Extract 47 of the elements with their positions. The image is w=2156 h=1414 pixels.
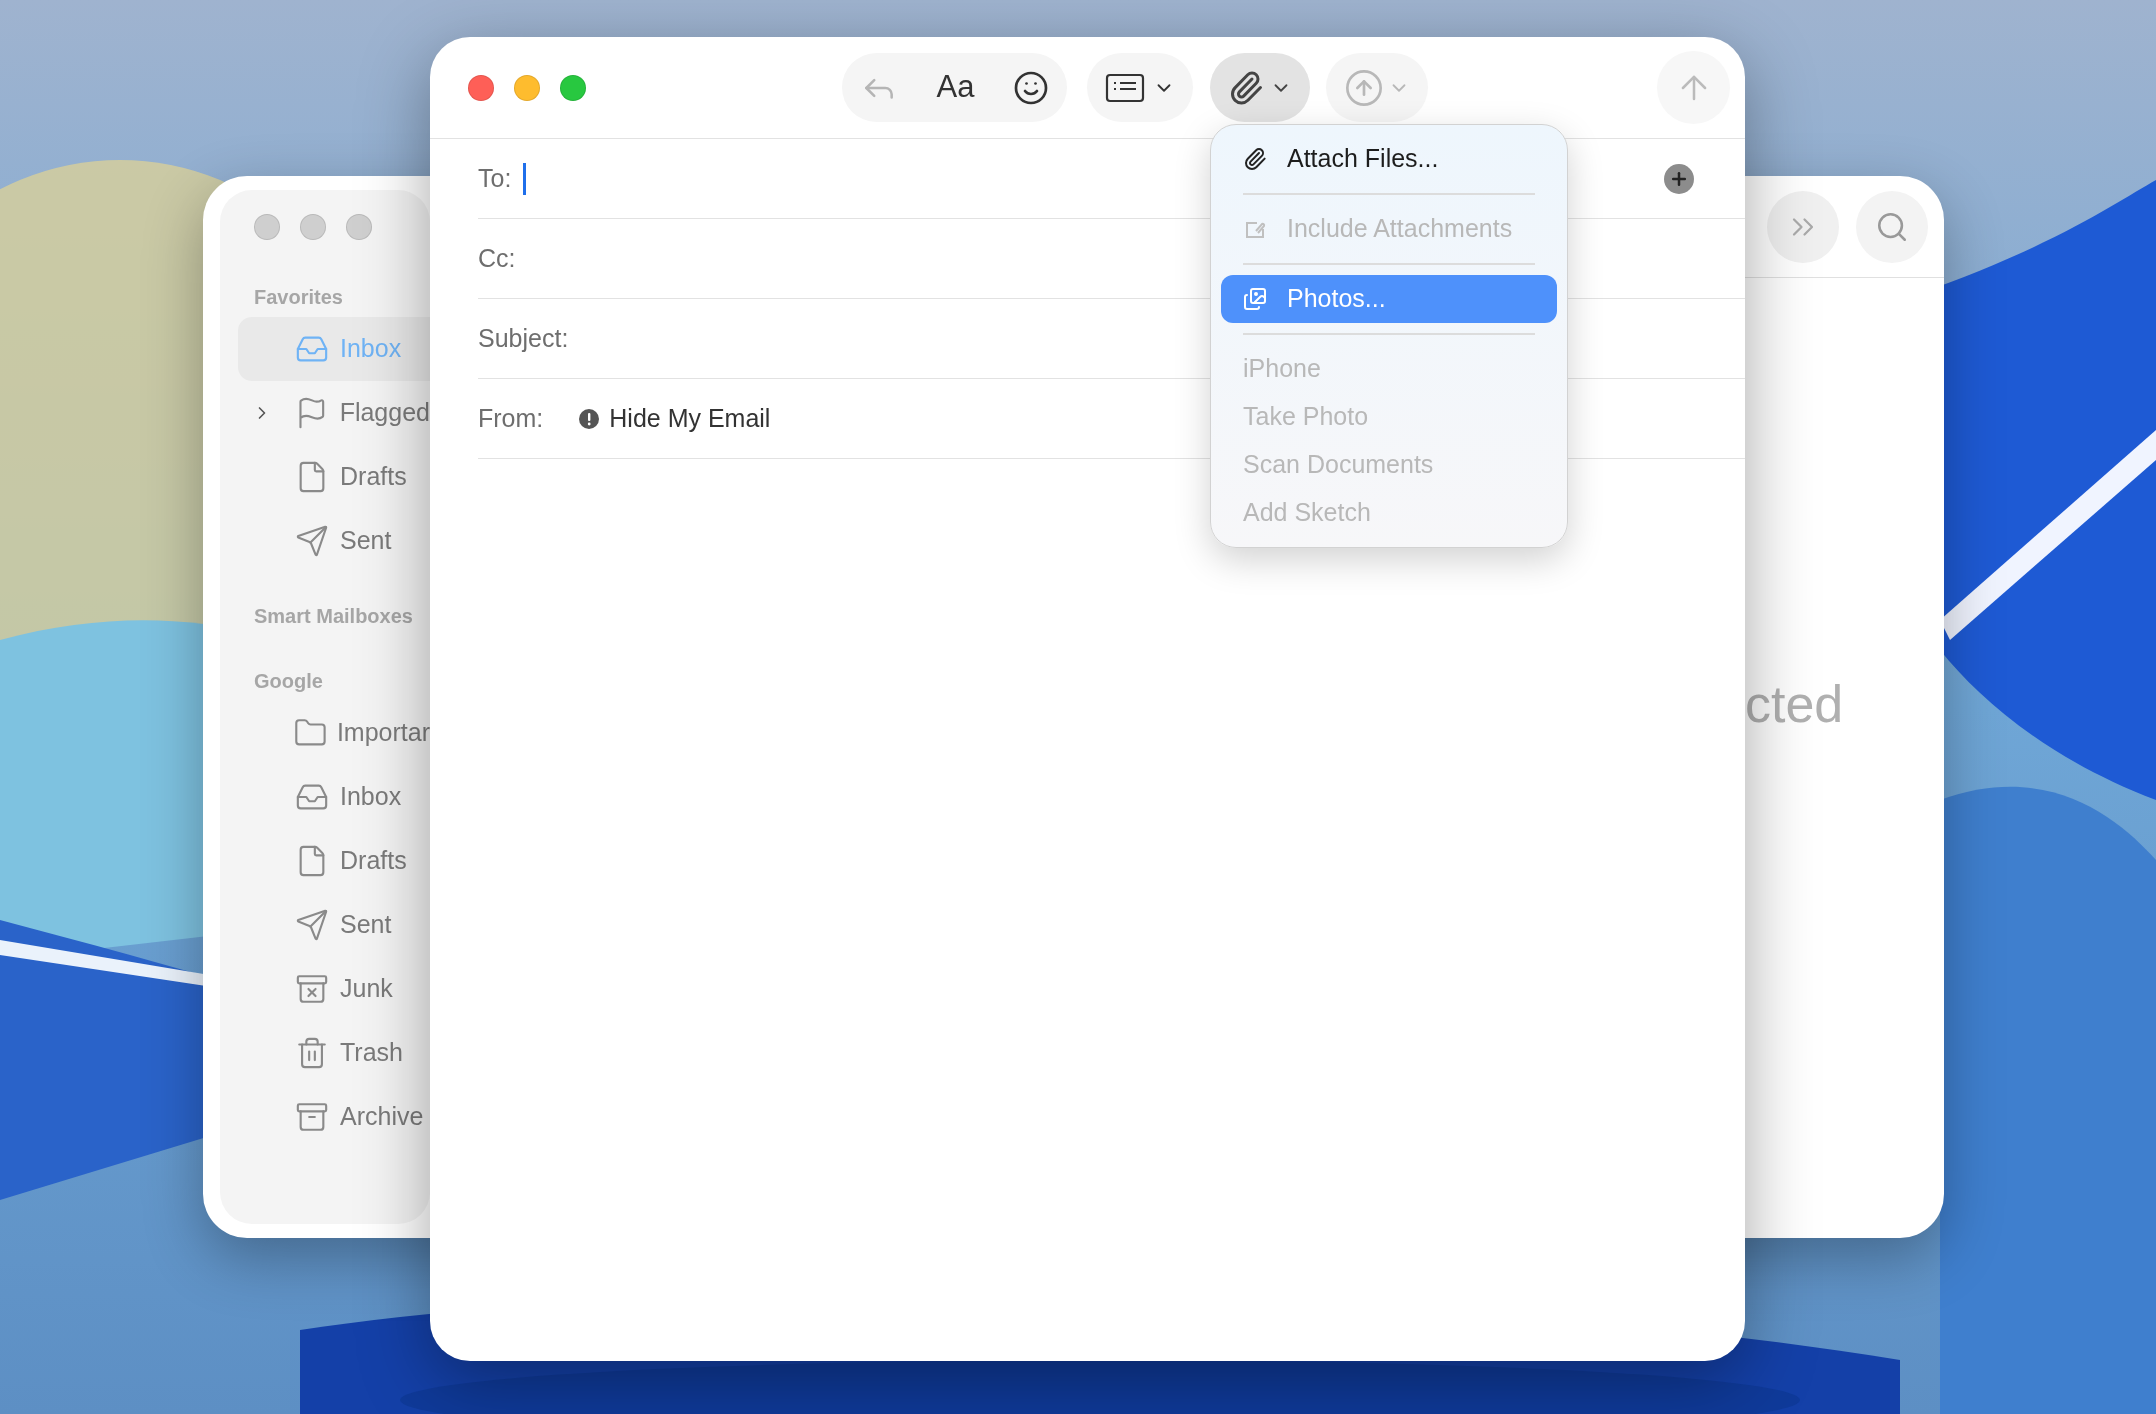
- mailbox-item[interactable]: Drafts: [238, 829, 430, 893]
- mailbox-label: Sent: [340, 525, 392, 557]
- field-label: To:: [478, 162, 512, 194]
- emoji-icon[interactable]: [1013, 69, 1049, 106]
- field-label: Cc:: [478, 242, 516, 274]
- paperclip-icon: [1228, 69, 1264, 106]
- window-control-button[interactable]: [300, 214, 326, 240]
- format-button[interactable]: Aa: [936, 64, 975, 111]
- window-control-button[interactable]: [254, 214, 280, 240]
- mailbox-item[interactable]: Archive: [238, 1085, 430, 1149]
- list-window-icon: [1105, 72, 1145, 103]
- mailbox-label: Drafts: [340, 461, 407, 493]
- mailbox-item[interactable]: Inbox: [238, 765, 430, 829]
- mailbox-item[interactable]: Sent: [238, 509, 430, 573]
- mailbox-label: Importar: [336, 717, 430, 749]
- section-header: Smart Mailboxes: [254, 604, 414, 629]
- mailbox-item[interactable]: Flagged: [238, 381, 430, 445]
- mailbox-label: Sent: [340, 909, 392, 941]
- mailbox-label: Archive: [340, 1101, 424, 1133]
- empty-message-text: cted: [1745, 678, 1845, 730]
- field-label: From:: [478, 402, 544, 434]
- text-cursor: [523, 162, 527, 195]
- mailbox-item[interactable]: Sent: [238, 893, 430, 957]
- paperclip-icon: [1243, 147, 1267, 171]
- field-label: Subject:: [478, 322, 569, 354]
- mailbox-label: Inbox: [340, 781, 402, 813]
- mailbox-item[interactable]: Junk: [238, 957, 430, 1021]
- photos-icon: [1243, 287, 1267, 311]
- mailbox-label: Junk: [340, 973, 393, 1005]
- mailbox-label: Inbox: [340, 333, 402, 365]
- mailbox-item[interactable]: Trash: [238, 1021, 430, 1085]
- mailbox-label: Trash: [340, 1037, 403, 1069]
- menu-item[interactable]: Photos...: [1221, 275, 1557, 323]
- mailbox-label: Drafts: [340, 845, 407, 877]
- window-control-button[interactable]: [514, 74, 540, 101]
- section-header: Google: [254, 669, 324, 694]
- section-header: Favorites: [254, 285, 344, 310]
- add-contact-button[interactable]: [1664, 163, 1694, 194]
- window-control-button[interactable]: [560, 74, 586, 101]
- mailbox-item[interactable]: Drafts: [238, 445, 430, 509]
- window-control-button[interactable]: [468, 74, 494, 101]
- menu-item[interactable]: Attach Files...: [1221, 135, 1557, 183]
- mailbox-label: Flagged: [339, 397, 430, 429]
- mailbox-item[interactable]: Importar: [238, 701, 430, 765]
- alert-icon: [579, 408, 600, 429]
- window-control-button[interactable]: [346, 214, 372, 240]
- from-field[interactable]: Hide My Email: [579, 399, 771, 438]
